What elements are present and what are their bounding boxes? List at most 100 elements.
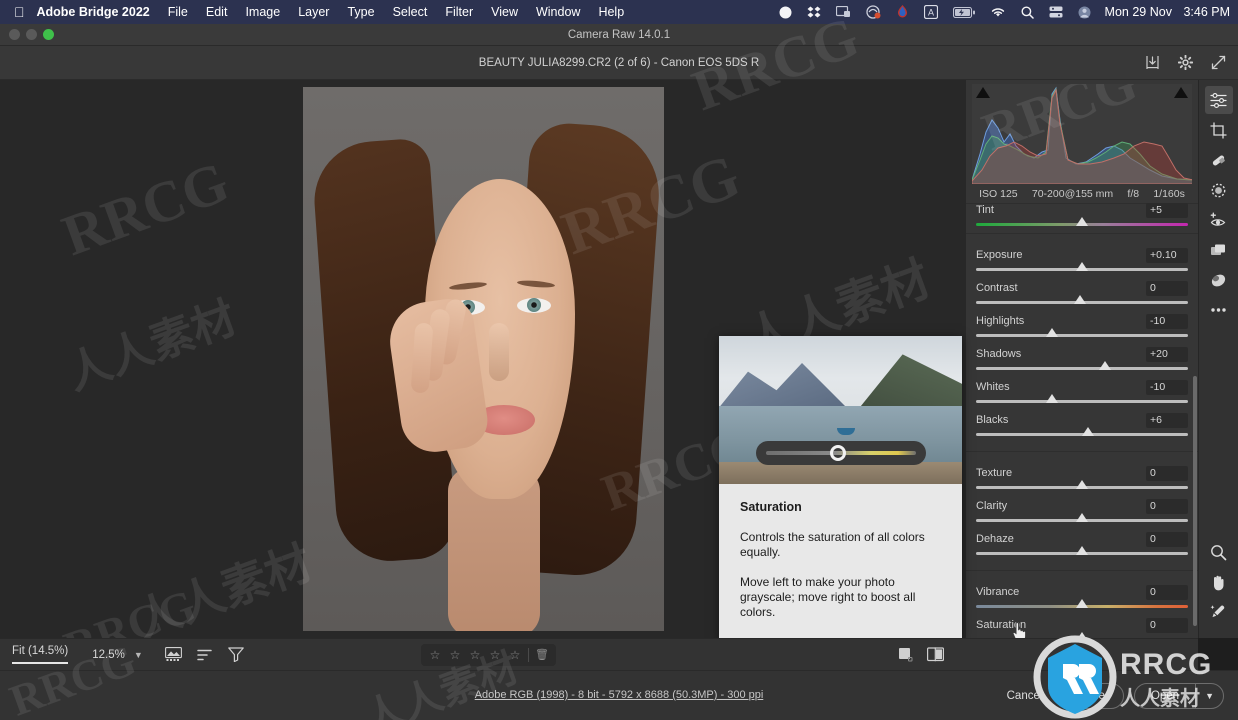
- filter-icon[interactable]: [227, 647, 244, 662]
- histogram[interactable]: RRCG: [972, 84, 1192, 184]
- input-source-a-icon[interactable]: A: [923, 5, 938, 19]
- slider-contrast-knob[interactable]: [1073, 295, 1086, 304]
- menu-edit[interactable]: Edit: [206, 5, 228, 19]
- masking-icon[interactable]: [1205, 176, 1233, 204]
- menu-layer[interactable]: Layer: [298, 5, 329, 19]
- slider-texture-track[interactable]: [976, 480, 1188, 489]
- slider-shadows-track[interactable]: [976, 361, 1188, 370]
- menubar-app-name[interactable]: Adobe Bridge 2022: [37, 5, 150, 19]
- wifi-icon[interactable]: [990, 6, 1006, 18]
- shield-icon[interactable]: [865, 5, 881, 19]
- slider-highlights-track[interactable]: [976, 328, 1188, 337]
- menu-type[interactable]: Type: [347, 5, 374, 19]
- healing-brush-icon[interactable]: [1205, 146, 1233, 174]
- slider-blacks-knob[interactable]: [1082, 427, 1095, 436]
- slider-highlights[interactable]: Highlights -10: [966, 311, 1198, 337]
- main-photo-preview[interactable]: [303, 87, 664, 631]
- zoom-level-value[interactable]: 12.5%: [92, 649, 125, 661]
- red-eye-icon[interactable]: [1205, 206, 1233, 234]
- slider-vibrance[interactable]: Vibrance 0: [966, 582, 1198, 608]
- battery-icon[interactable]: [952, 6, 975, 18]
- menu-window[interactable]: Window: [536, 5, 580, 19]
- star-rating-widget[interactable]: ☆ ☆ ☆ ☆ ☆ 🗑: [421, 643, 556, 666]
- slider-contrast[interactable]: Contrast 0: [966, 278, 1198, 304]
- hand-tool-icon[interactable]: [1205, 568, 1233, 596]
- slider-highlights-knob[interactable]: [1046, 328, 1059, 337]
- star-5-button[interactable]: ☆: [505, 648, 525, 662]
- fullscreen-icon[interactable]: [1211, 55, 1226, 70]
- user-avatar-icon[interactable]: [1078, 6, 1091, 19]
- slider-clarity-track[interactable]: [976, 513, 1188, 522]
- slider-tint[interactable]: Tint +5: [966, 200, 1198, 226]
- slider-texture-value[interactable]: 0: [1146, 465, 1188, 481]
- slider-tint-track[interactable]: [976, 217, 1188, 226]
- star-3-button[interactable]: ☆: [465, 648, 485, 662]
- slider-clarity[interactable]: Clarity 0: [966, 496, 1198, 522]
- before-after-view-icon[interactable]: [927, 647, 944, 662]
- cleaner-icon[interactable]: [896, 5, 909, 19]
- slider-exposure-track[interactable]: [976, 262, 1188, 271]
- chevron-down-icon[interactable]: ▼: [1196, 691, 1223, 701]
- menu-select[interactable]: Select: [393, 5, 428, 19]
- apple-logo-icon[interactable]: : [14, 5, 25, 19]
- slider-shadows-knob[interactable]: [1099, 361, 1112, 370]
- slider-texture[interactable]: Texture 0: [966, 463, 1198, 489]
- slider-dehaze-value[interactable]: 0: [1146, 531, 1188, 547]
- edit-sliders-icon[interactable]: [1204, 86, 1233, 114]
- slider-whites-value[interactable]: -10: [1146, 379, 1188, 395]
- record-icon[interactable]: [779, 6, 792, 19]
- control-center-icon[interactable]: [1049, 6, 1063, 18]
- slider-whites-knob[interactable]: [1046, 394, 1059, 403]
- dropbox-icon[interactable]: [807, 6, 821, 19]
- single-view-icon[interactable]: [898, 647, 913, 662]
- slider-dehaze-knob[interactable]: [1076, 546, 1088, 555]
- sort-order-icon[interactable]: [197, 648, 213, 662]
- chevron-down-icon[interactable]: ▼: [134, 650, 143, 660]
- slider-shadows-value[interactable]: +20: [1146, 346, 1188, 362]
- menu-filter[interactable]: Filter: [445, 5, 473, 19]
- screen-lock-icon[interactable]: [835, 6, 851, 18]
- slider-clarity-value[interactable]: 0: [1146, 498, 1188, 514]
- panel-scrollbar[interactable]: [1193, 376, 1197, 626]
- slider-vibrance-value[interactable]: 0: [1146, 584, 1188, 600]
- filmstrip-view-icon[interactable]: [164, 647, 182, 662]
- star-1-button[interactable]: ☆: [425, 648, 445, 662]
- slider-exposure-knob[interactable]: [1076, 262, 1088, 271]
- slider-whites-track[interactable]: [976, 394, 1188, 403]
- slider-saturation-value[interactable]: 0: [1146, 617, 1188, 633]
- slider-dehaze[interactable]: Dehaze 0: [966, 529, 1198, 555]
- menu-view[interactable]: View: [491, 5, 518, 19]
- slider-tint-value[interactable]: +5: [1146, 202, 1188, 218]
- menubar-clock[interactable]: Mon 29 Nov 3:46 PM: [1105, 5, 1230, 19]
- menu-help[interactable]: Help: [598, 5, 624, 19]
- slider-vibrance-knob[interactable]: [1076, 599, 1088, 608]
- slider-blacks-value[interactable]: +6: [1146, 412, 1188, 428]
- more-options-icon[interactable]: [1205, 296, 1233, 324]
- save-image-icon[interactable]: [1145, 55, 1160, 70]
- slider-highlights-value[interactable]: -10: [1146, 313, 1188, 329]
- slider-clarity-knob[interactable]: [1076, 513, 1088, 522]
- slider-exposure[interactable]: Exposure +0.10: [966, 245, 1198, 271]
- slider-tint-knob[interactable]: [1076, 217, 1088, 226]
- slider-blacks-track[interactable]: [976, 427, 1188, 436]
- white-balance-eyedropper-icon[interactable]: [1205, 598, 1233, 626]
- slider-texture-knob[interactable]: [1076, 480, 1088, 489]
- slider-whites[interactable]: Whites -10: [966, 377, 1198, 403]
- spotlight-search-icon[interactable]: [1021, 6, 1034, 19]
- star-2-button[interactable]: ☆: [445, 648, 465, 662]
- zoom-fit-label[interactable]: Fit (14.5%): [12, 645, 69, 664]
- slider-blacks[interactable]: Blacks +6: [966, 410, 1198, 436]
- preferences-gear-icon[interactable]: [1178, 55, 1193, 70]
- menu-file[interactable]: File: [168, 5, 188, 19]
- star-4-button[interactable]: ☆: [485, 648, 505, 662]
- slider-vibrance-track[interactable]: [976, 599, 1188, 608]
- crop-icon[interactable]: [1205, 116, 1233, 144]
- slider-exposure-value[interactable]: +0.10: [1146, 247, 1188, 263]
- presets-icon[interactable]: [1205, 236, 1233, 264]
- slider-contrast-track[interactable]: [976, 295, 1188, 304]
- slider-contrast-value[interactable]: 0: [1146, 280, 1188, 296]
- zoom-tool-icon[interactable]: [1205, 538, 1233, 566]
- slider-shadows[interactable]: Shadows +20: [966, 344, 1198, 370]
- trash-icon[interactable]: 🗑: [532, 648, 552, 661]
- snapshots-icon[interactable]: [1205, 266, 1233, 294]
